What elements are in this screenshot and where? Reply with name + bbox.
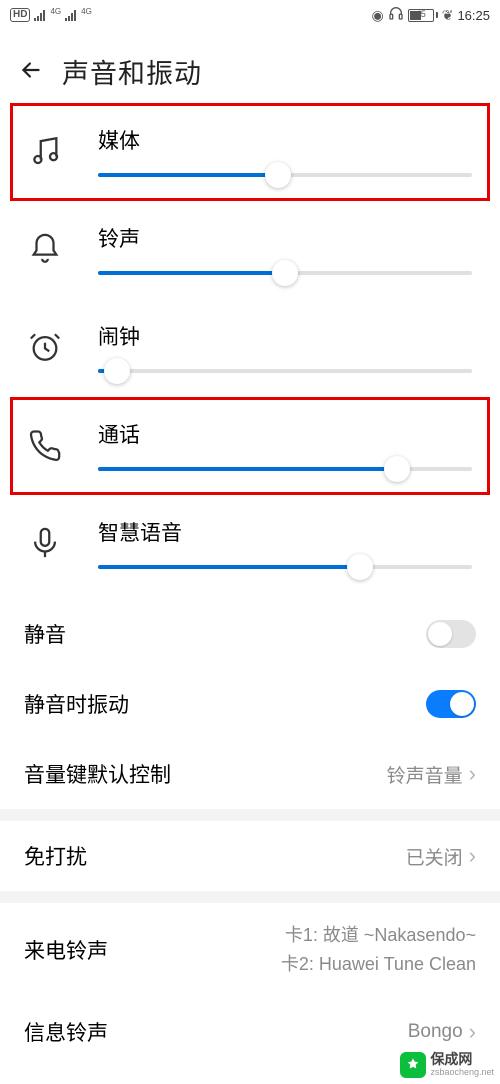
signal-bars-sim2 — [65, 9, 76, 21]
slider-alarm: 闹钟 — [0, 299, 500, 397]
page-header: 声音和振动 — [0, 30, 500, 101]
setting-label: 信息铃声 — [24, 1017, 108, 1047]
toggle-mute[interactable] — [426, 620, 476, 648]
watermark-logo-icon — [400, 1052, 426, 1078]
slider-thumb[interactable] — [265, 162, 291, 188]
slider-ring: 铃声 — [0, 201, 500, 299]
setting-label: 来电铃声 — [24, 935, 108, 965]
page-title: 声音和振动 — [62, 52, 202, 91]
slider-thumb[interactable] — [384, 456, 410, 482]
back-button[interactable] — [18, 57, 44, 87]
signal-bars-sim1 — [34, 9, 45, 21]
volume-sliders: 媒体 铃声 闹钟 — [0, 101, 500, 599]
slider-track[interactable] — [98, 565, 472, 569]
slider-track[interactable] — [98, 173, 472, 177]
watermark: 保成网 zsbaocheng.net — [400, 1052, 494, 1078]
power-save-leaf-icon: ❦ — [442, 7, 454, 24]
status-bar: HD 4G 4G ◉ 45 ❦ 16:25 — [0, 0, 500, 30]
slider-thumb[interactable] — [347, 554, 373, 580]
mic-icon — [28, 526, 62, 560]
slider-label: 铃声 — [98, 223, 472, 253]
chevron-right-icon: › — [469, 843, 476, 869]
toggle-vibrate-on-mute[interactable] — [426, 690, 476, 718]
status-right: ◉ 45 ❦ 16:25 — [372, 5, 491, 25]
row-vol-key-default[interactable]: 音量键默认控制 铃声音量› — [0, 739, 500, 809]
slider-track[interactable] — [98, 467, 472, 471]
row-vibrate-on-mute[interactable]: 静音时振动 — [0, 669, 500, 739]
setting-value: 已关闭› — [406, 843, 476, 870]
eye-comfort-icon: ◉ — [372, 7, 384, 24]
slider-assist: 智慧语音 — [0, 495, 500, 593]
setting-value: Bongo› — [408, 1019, 476, 1045]
music-icon — [28, 134, 62, 168]
slider-call: 通话 — [10, 397, 490, 495]
row-ringtone[interactable]: 来电铃声 卡1: 故道 ~Nakasendo~ 卡2: Huawei Tune … — [0, 903, 500, 997]
alarm-clock-icon — [28, 330, 62, 364]
setting-label: 免打扰 — [24, 841, 87, 871]
clock-text: 16:25 — [457, 8, 490, 23]
row-dnd[interactable]: 免打扰 已关闭› — [0, 821, 500, 891]
slider-label: 通话 — [98, 419, 472, 449]
watermark-brand: 保成网 — [430, 1052, 494, 1067]
net-label-sim1: 4G — [50, 7, 61, 16]
slider-label: 闹钟 — [98, 321, 472, 351]
net-label-sim2: 4G — [81, 7, 92, 16]
slider-track[interactable] — [98, 369, 472, 373]
setting-label: 音量键默认控制 — [24, 759, 171, 789]
headphones-icon — [388, 5, 404, 25]
row-mute[interactable]: 静音 — [0, 599, 500, 669]
slider-label: 智慧语音 — [98, 517, 472, 547]
section-gap — [0, 809, 500, 821]
bell-icon — [28, 232, 62, 266]
status-left: HD 4G 4G — [10, 8, 92, 22]
chevron-right-icon: › — [469, 761, 476, 787]
slider-label: 媒体 — [98, 125, 472, 155]
section-gap — [0, 891, 500, 903]
slider-media: 媒体 — [10, 103, 490, 201]
chevron-right-icon: › — [469, 1019, 476, 1045]
setting-value: 卡1: 故道 ~Nakasendo~ 卡2: Huawei Tune Clean — [281, 923, 476, 977]
slider-thumb[interactable] — [104, 358, 130, 384]
watermark-url: zsbaocheng.net — [430, 1068, 494, 1078]
phone-icon — [28, 428, 62, 462]
setting-label: 静音时振动 — [24, 689, 129, 719]
battery-indicator: 45 — [408, 9, 438, 22]
setting-label: 静音 — [24, 619, 66, 649]
slider-thumb[interactable] — [272, 260, 298, 286]
hd-badge: HD — [10, 8, 30, 22]
setting-value: 铃声音量› — [387, 761, 476, 788]
slider-track[interactable] — [98, 271, 472, 275]
